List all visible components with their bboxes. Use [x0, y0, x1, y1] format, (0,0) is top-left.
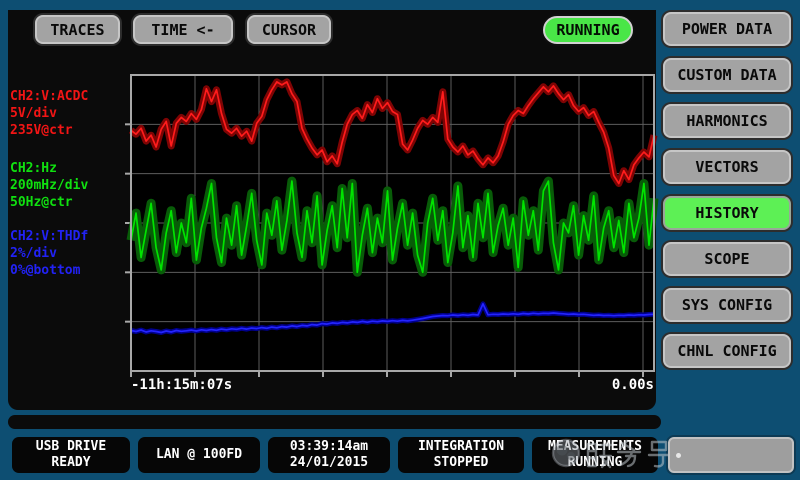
watermark-text: 服务号	[538, 433, 539, 434]
time-button[interactable]: TIME <-	[133, 15, 233, 44]
status-lan: LAN @ 100FD	[138, 437, 260, 473]
sidebar-item-custom-data[interactable]: CUSTOM DATA	[663, 58, 791, 92]
status-line: USB DRIVE	[36, 439, 106, 455]
status-line: INTEGRATION	[418, 439, 504, 455]
status-line: RUNNING	[568, 455, 623, 471]
power-analyzer-screen: { "toolbar": { "traces_label": "TRACES",…	[0, 0, 800, 480]
channel-label-frequency: CH2:Hz 200mHz/div 50Hz@ctr	[10, 160, 128, 211]
channel-ref: 0%@bottom	[10, 262, 128, 279]
softkey-message-bar	[8, 415, 661, 429]
channel-scale: 5V/div	[10, 105, 128, 122]
status-time: 03:39:14am	[290, 439, 368, 455]
status-clock: 03:39:14am 24/01/2015	[268, 437, 390, 473]
running-status-badge: RUNNING	[543, 16, 633, 44]
status-measurements: MEASUREMENTS RUNNING	[532, 437, 658, 473]
axis-end-time: 0.00s	[612, 377, 654, 393]
sidebar-item-chnl-config[interactable]: CHNL CONFIG	[663, 334, 791, 368]
status-integration: INTEGRATION STOPPED	[398, 437, 524, 473]
status-line: LAN @ 100FD	[156, 447, 242, 463]
status-usb: USB DRIVE READY	[12, 437, 130, 473]
sidebar-item-history[interactable]: HISTORY	[663, 196, 791, 230]
cursor-button[interactable]: CURSOR	[247, 15, 331, 44]
channel-scale: 200mHz/div	[10, 177, 128, 194]
channel-ref: 50Hz@ctr	[10, 194, 128, 211]
channel-name: CH2:V:ACDC	[10, 88, 128, 105]
status-line: MEASUREMENTS	[548, 439, 642, 455]
sidebar-item-vectors[interactable]: VECTORS	[663, 150, 791, 184]
indicator-dot	[676, 453, 681, 458]
status-line: STOPPED	[434, 455, 489, 471]
axis-start-time: -11h:15m:07s	[131, 377, 232, 393]
channel-scale: 2%/div	[10, 245, 128, 262]
channel-label-voltage: CH2:V:ACDC 5V/div 235V@ctr	[10, 88, 128, 139]
status-date: 24/01/2015	[290, 455, 368, 471]
channel-label-thd: CH2:V:THDf 2%/div 0%@bottom	[10, 228, 128, 279]
channel-name: CH2:V:THDf	[10, 228, 128, 245]
traces-button[interactable]: TRACES	[35, 15, 120, 44]
channel-name: CH2:Hz	[10, 160, 128, 177]
channel-ref: 235V@ctr	[10, 122, 128, 139]
sidebar-item-power-data[interactable]: POWER DATA	[663, 12, 791, 46]
sidebar-item-sys-config[interactable]: SYS CONFIG	[663, 288, 791, 322]
time-axis: -11h:15m:07s 0.00s	[131, 377, 654, 393]
history-trace-plot	[124, 68, 661, 378]
status-line: READY	[51, 455, 90, 471]
blank-softkey-button[interactable]	[668, 437, 794, 473]
sidebar-item-harmonics[interactable]: HARMONICS	[663, 104, 791, 138]
sidebar-item-scope[interactable]: SCOPE	[663, 242, 791, 276]
